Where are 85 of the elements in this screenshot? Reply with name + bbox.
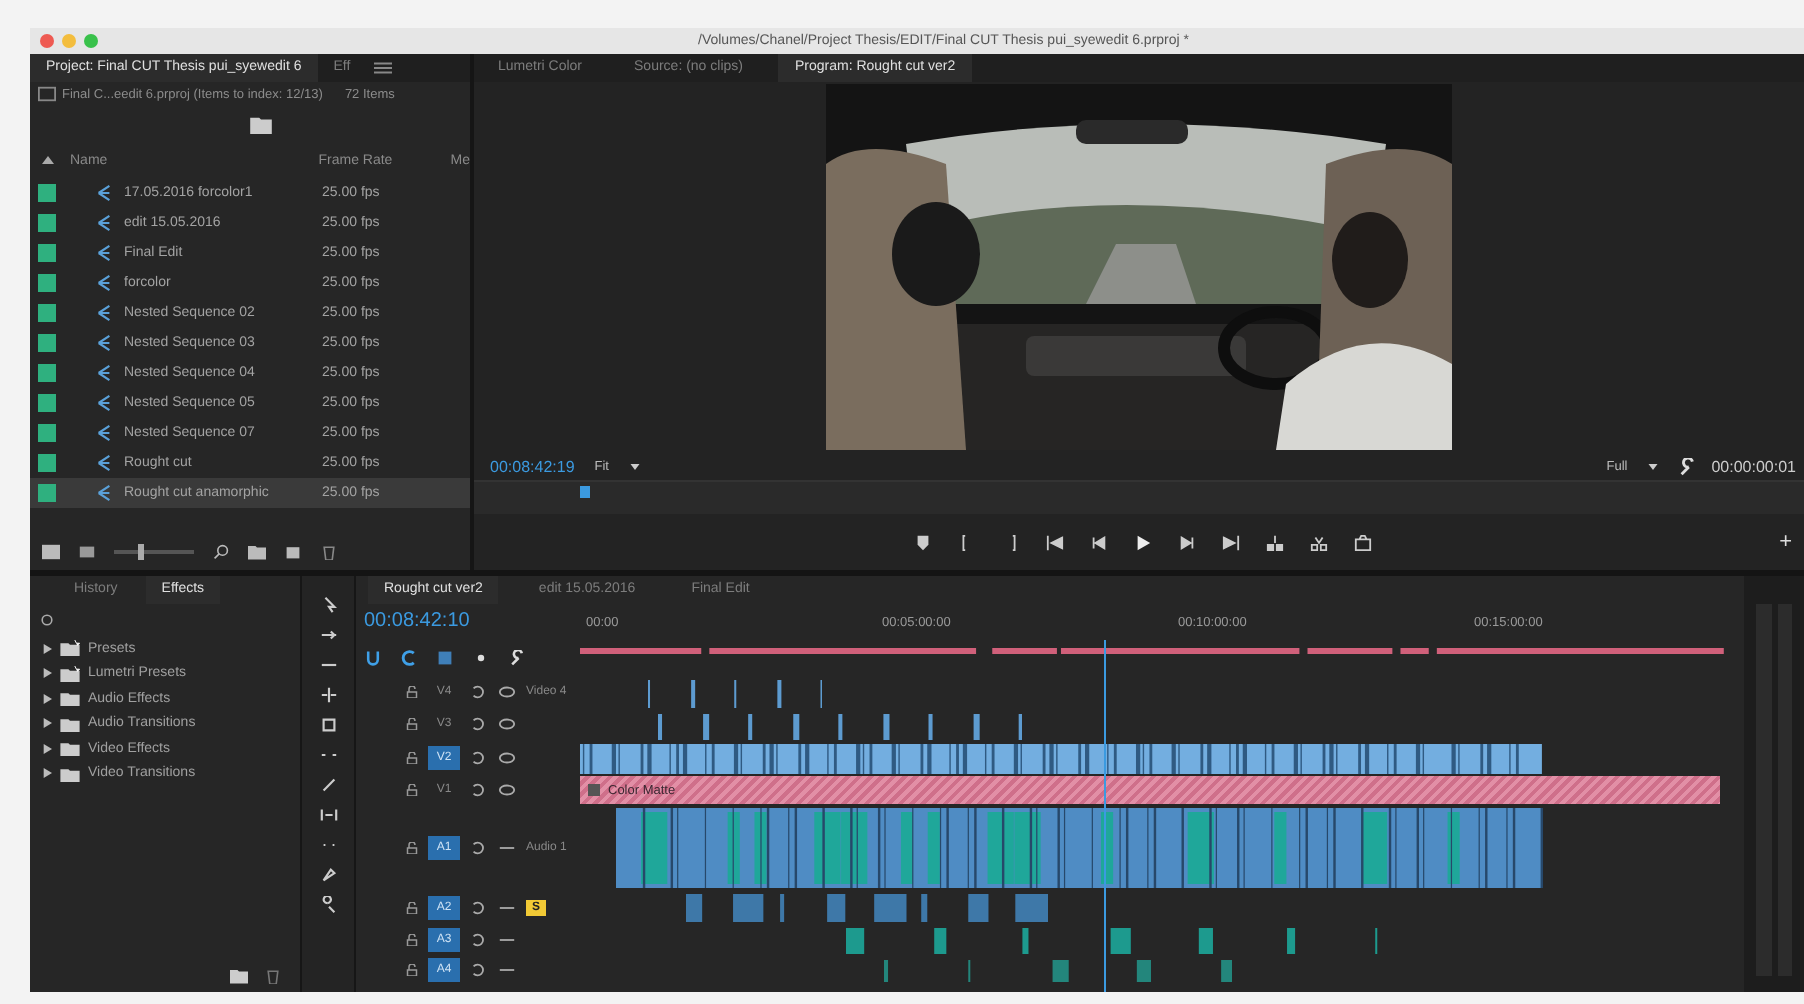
- tool-icon[interactable]: [319, 896, 337, 914]
- folder-icon[interactable]: [250, 115, 272, 133]
- lock-icon[interactable]: [406, 842, 418, 854]
- sequence-icon: [96, 364, 112, 382]
- clip-icon: [588, 784, 600, 796]
- wrench-icon[interactable]: [508, 650, 526, 666]
- sequence-icon: [96, 304, 112, 322]
- caret-icon: [1647, 463, 1658, 469]
- label-swatch: [38, 394, 56, 412]
- tool-icon[interactable]: [319, 716, 337, 734]
- lift-icon[interactable]: [1266, 533, 1284, 551]
- new-bin-icon[interactable]: [230, 968, 248, 984]
- tool-icon[interactable]: [319, 806, 337, 824]
- camera-icon[interactable]: [1354, 533, 1372, 551]
- tool-icon[interactable]: [319, 596, 337, 614]
- label-swatch: [38, 274, 56, 292]
- zoom-slider-thumb[interactable]: [138, 544, 144, 560]
- tool-icon[interactable]: [319, 776, 337, 794]
- sequence-icon: [96, 484, 112, 502]
- preset-folder-icon: [60, 665, 80, 682]
- sort-icon[interactable]: [42, 156, 54, 164]
- sequence-icon: [96, 214, 112, 232]
- wrench-icon[interactable]: [1677, 457, 1696, 475]
- tool-icon[interactable]: [319, 866, 337, 884]
- marker-icon[interactable]: [472, 650, 490, 666]
- lock-icon[interactable]: [406, 964, 418, 976]
- linked-selection-icon[interactable]: [400, 650, 418, 666]
- label-swatch: [38, 424, 56, 442]
- label-swatch: [38, 484, 56, 502]
- duration-timecode: 00:00:00:01: [1711, 457, 1796, 475]
- sequence-icon: [96, 244, 112, 262]
- search-icon[interactable]: [212, 544, 230, 560]
- disclosure-icon[interactable]: [42, 743, 52, 754]
- label-swatch: [38, 304, 56, 322]
- disclosure-icon[interactable]: [42, 718, 52, 729]
- label-swatch: [38, 214, 56, 232]
- lock-icon[interactable]: [406, 934, 418, 946]
- project-icon: [38, 86, 56, 102]
- sequence-icon: [96, 424, 112, 442]
- label-swatch: [38, 244, 56, 262]
- extract-icon[interactable]: [1310, 533, 1328, 551]
- list-view-icon[interactable]: [42, 544, 60, 560]
- sequence-icon: [96, 334, 112, 352]
- playhead[interactable]: [580, 486, 591, 498]
- add-button[interactable]: +: [1779, 530, 1792, 554]
- disclosure-icon[interactable]: [42, 668, 52, 679]
- preset-folder-icon: [60, 640, 80, 657]
- tool-icon[interactable]: [319, 686, 337, 704]
- icon-view-icon[interactable]: [78, 544, 96, 560]
- lock-icon[interactable]: [406, 718, 418, 730]
- label-swatch: [38, 334, 56, 352]
- trash-icon[interactable]: [264, 968, 282, 984]
- sequence-icon: [96, 454, 112, 472]
- playhead-timecode[interactable]: 00:08:42:10: [356, 604, 580, 640]
- lock-icon[interactable]: [406, 686, 418, 698]
- disclosure-icon[interactable]: [42, 768, 52, 779]
- search-icon[interactable]: [38, 612, 56, 628]
- sequence-icon: [96, 184, 112, 202]
- disclosure-icon[interactable]: [42, 693, 52, 704]
- lock-icon[interactable]: [406, 784, 418, 796]
- close-button[interactable]: [40, 34, 54, 48]
- caret-icon: [629, 463, 639, 469]
- go-to-out-icon[interactable]: [1222, 533, 1240, 551]
- sequence-icon: [96, 274, 112, 292]
- label-swatch: [38, 184, 56, 202]
- lock-icon[interactable]: [406, 752, 418, 764]
- lock-icon[interactable]: [406, 902, 418, 914]
- tool-icon[interactable]: [319, 626, 337, 644]
- disclosure-icon[interactable]: [42, 643, 52, 654]
- playhead-timecode[interactable]: 00:08:42:19: [490, 457, 575, 475]
- step-back-icon[interactable]: [1090, 533, 1108, 551]
- go-to-in-icon[interactable]: [1046, 533, 1064, 551]
- marker-icon[interactable]: [914, 533, 932, 551]
- label-swatch: [38, 454, 56, 472]
- new-item-icon[interactable]: [284, 544, 302, 560]
- play-icon[interactable]: [1134, 533, 1152, 551]
- trash-icon[interactable]: [320, 544, 338, 560]
- sequence-icon: [96, 394, 112, 412]
- add-marker-icon[interactable]: [436, 650, 454, 666]
- step-forward-icon[interactable]: [1178, 533, 1196, 551]
- new-bin-icon[interactable]: [248, 544, 266, 560]
- snap-icon[interactable]: [364, 650, 382, 666]
- menu-icon[interactable]: [374, 60, 393, 76]
- label-swatch: [38, 364, 56, 382]
- sync-lock-icon[interactable]: [470, 840, 488, 856]
